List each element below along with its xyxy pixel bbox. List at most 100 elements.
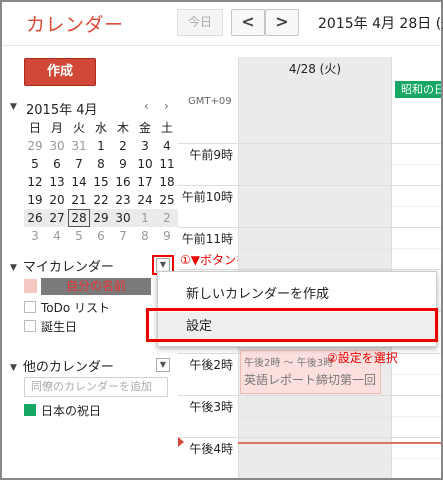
hour-label: 午前9時 — [189, 148, 233, 162]
hour-gridline — [178, 395, 441, 396]
add-calendar-input[interactable]: 同僚のカレンダーを追加 — [24, 377, 168, 397]
other-calendars-header[interactable]: ▼ 他のカレンダー — [10, 356, 114, 375]
weekday-label: 土 — [160, 121, 173, 135]
mini-day-cell[interactable]: 9 — [112, 155, 134, 173]
mini-day-cell[interactable]: 31 — [68, 137, 90, 155]
calendar-checkbox[interactable] — [24, 320, 36, 332]
mini-day-cell[interactable]: 17 — [134, 173, 156, 191]
holiday-event-chip[interactable]: 昭和の日 — [395, 81, 441, 98]
mini-day-cell[interactable]: 20 — [46, 191, 68, 209]
mini-calendar-header: ▼ 2015年 4月 ‹ › — [10, 99, 175, 118]
other-calendars-title: 他のカレンダー — [22, 360, 114, 375]
half-hour-gridline — [238, 416, 441, 417]
mini-week-row: 3456789 — [24, 227, 178, 245]
hour-gridline — [178, 227, 441, 228]
calendar-label-holidays: 日本の祝日 — [41, 404, 102, 418]
mini-day-cell[interactable]: 5 — [24, 155, 46, 173]
mini-day-cell[interactable]: 2 — [156, 209, 178, 227]
calendar-color-swatch[interactable] — [24, 404, 36, 416]
half-hour-gridline — [238, 458, 441, 459]
mini-day-cell[interactable]: 1 — [90, 137, 112, 155]
hour-label: 午後4時 — [189, 442, 233, 456]
mini-day-cell[interactable]: 1 — [134, 209, 156, 227]
my-calendars-header[interactable]: ▼ マイカレンダー — [10, 256, 114, 275]
create-button[interactable]: 作成 — [24, 58, 96, 86]
mini-day-cell[interactable]: 13 — [46, 173, 68, 191]
mini-day-cell[interactable]: 7 — [112, 227, 134, 245]
mini-day-cell[interactable]: 10 — [134, 155, 156, 173]
mini-day-cell[interactable]: 24 — [134, 191, 156, 209]
mini-day-cell[interactable]: 14 — [68, 173, 90, 191]
chevron-left-icon: < — [241, 12, 255, 31]
collapse-triangle-icon[interactable]: ▼ — [10, 102, 17, 112]
half-hour-gridline — [238, 206, 441, 207]
day-header[interactable]: 4/28 (火) — [238, 57, 392, 82]
all-day-row[interactable] — [238, 82, 392, 108]
hour-label: 午後2時 — [189, 358, 233, 372]
mini-prev-icon[interactable]: ‹ — [144, 99, 149, 113]
mini-day-cell[interactable]: 30 — [46, 137, 68, 155]
mini-week-row: 29 30 31 1 2 3 4 — [24, 137, 178, 155]
mini-day-cell[interactable]: 11 — [156, 155, 178, 173]
mini-day-cell[interactable]: 8 — [134, 227, 156, 245]
weekday-label: 火 — [72, 121, 85, 135]
mini-day-cell[interactable]: 9 — [156, 227, 178, 245]
today-button[interactable]: 今日 — [177, 9, 223, 36]
weekday-label: 月 — [50, 121, 63, 135]
weekday-label: 木 — [116, 121, 129, 135]
calendar-color-swatch[interactable] — [24, 279, 37, 293]
mini-day-cell[interactable]: 23 — [112, 191, 134, 209]
collapse-triangle-icon[interactable]: ▼ — [10, 363, 17, 373]
mini-day-cell[interactable]: 6 — [46, 155, 68, 173]
calendar-checkbox[interactable] — [24, 301, 36, 313]
mini-day-cell[interactable]: 29 — [24, 137, 46, 155]
mini-day-cell[interactable]: 8 — [90, 155, 112, 173]
mini-day-cell[interactable]: 29 — [90, 209, 112, 227]
mini-day-cell[interactable]: 5 — [68, 227, 90, 245]
mini-day-cell[interactable]: 16 — [112, 173, 134, 191]
mini-day-cell[interactable]: 18 — [156, 173, 178, 191]
mini-day-cell[interactable]: 25 — [156, 191, 178, 209]
event-title: 英語レポート締切第一回 — [244, 373, 377, 387]
hour-gridline — [178, 437, 441, 438]
calendar-item-own[interactable]: 自分の名前 — [24, 278, 154, 295]
mini-week-row: 12 13 14 15 16 17 18 — [24, 173, 178, 191]
chevron-down-icon: ▼ — [159, 360, 167, 369]
mini-day-cell[interactable]: 7 — [68, 155, 90, 173]
other-calendars-dropdown-button[interactable]: ▼ — [156, 358, 170, 372]
collapse-triangle-icon[interactable]: ▼ — [10, 263, 17, 273]
weekday-label: 金 — [138, 121, 151, 135]
mini-day-cell[interactable]: 6 — [90, 227, 112, 245]
mini-day-cell[interactable]: 3 — [24, 227, 46, 245]
hour-gridline — [178, 185, 441, 186]
mini-day-cell[interactable]: 26 — [24, 209, 46, 227]
current-time-marker-icon — [178, 437, 184, 447]
mini-day-cell[interactable]: 3 — [134, 137, 156, 155]
chevron-right-icon: > — [275, 12, 289, 31]
mini-day-cell[interactable]: 28 — [68, 209, 90, 227]
mini-day-cell[interactable]: 15 — [90, 173, 112, 191]
mini-day-cell[interactable]: 30 — [112, 209, 134, 227]
mini-calendar-grid: 日月火水木金土 29 30 31 1 2 3 4 5 6 7 8 9 10 11 12 13 14 15 16 17 18… — [24, 119, 178, 245]
mini-day-cell[interactable]: 12 — [24, 173, 46, 191]
day-view: 4/28 (火) 昭和の日 GMT+09 午前9時午前10時午前11時午後12時… — [178, 57, 441, 478]
mini-day-cell[interactable]: 22 — [90, 191, 112, 209]
app-title: カレンダー — [26, 14, 124, 36]
prev-button[interactable]: < — [231, 9, 265, 36]
annotation-step2: ②設定を選択 — [327, 351, 398, 365]
calendar-label-birthday: 誕生日 — [41, 320, 78, 334]
mini-day-cell[interactable]: 2 — [112, 137, 134, 155]
mini-day-cell[interactable]: 21 — [68, 191, 90, 209]
mini-day-cell[interactable]: 19 — [24, 191, 46, 209]
hour-label: 午前11時 — [181, 232, 233, 246]
menu-item-create-calendar[interactable]: 新しいカレンダーを作成 — [158, 280, 436, 310]
hour-label: 午前10時 — [181, 190, 233, 204]
mini-calendar-title: 2015年 4月 — [26, 103, 98, 118]
next-button[interactable]: > — [265, 9, 299, 36]
mini-next-icon[interactable]: › — [164, 99, 169, 113]
mini-day-cell[interactable]: 27 — [46, 209, 68, 227]
mini-day-cell[interactable]: 4 — [156, 137, 178, 155]
mini-week-row: 5 6 7 8 9 10 11 — [24, 155, 178, 173]
mini-week-row: 26 27 28 29 30 1 2 — [24, 209, 178, 227]
mini-day-cell[interactable]: 4 — [46, 227, 68, 245]
